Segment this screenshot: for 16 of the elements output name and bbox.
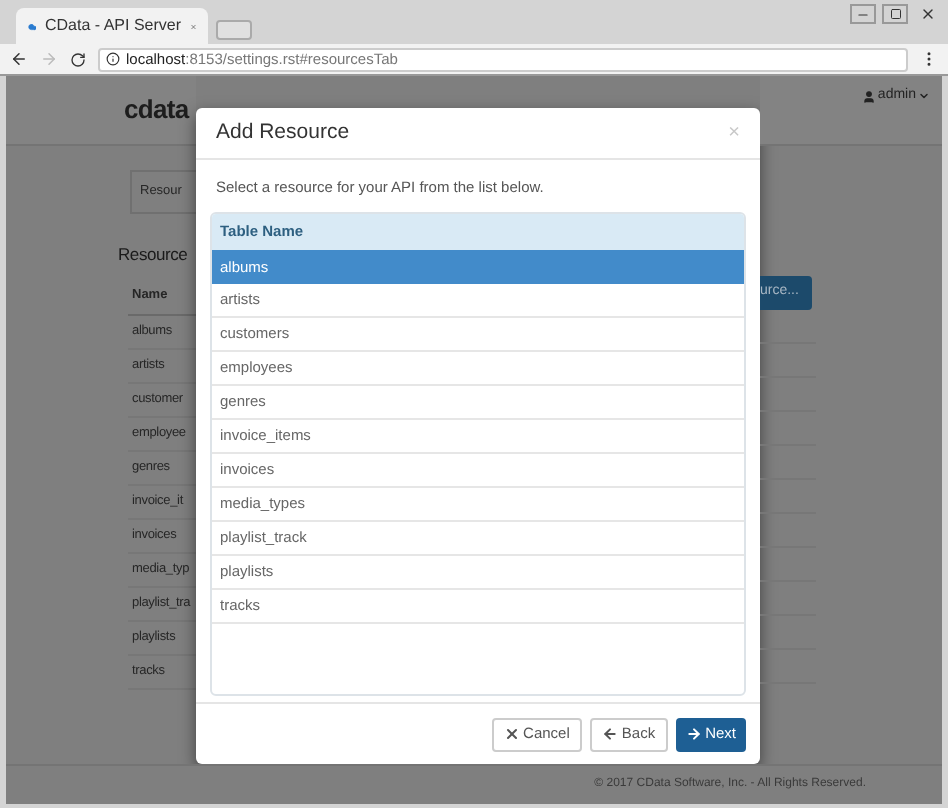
- page-heading: Resource: [118, 242, 188, 268]
- maximize-button[interactable]: [882, 4, 908, 24]
- logo: cdata: [124, 92, 189, 129]
- close-icon: [919, 6, 935, 22]
- dialog-title: Add Resource: [216, 117, 350, 148]
- maximize-icon: [889, 8, 901, 20]
- arrow-right-icon: [685, 726, 702, 742]
- caret-icon: [918, 90, 930, 103]
- arrow-left-icon: [601, 726, 618, 742]
- reload-icon[interactable]: [70, 51, 86, 67]
- tab-title: CData - API Server: [44, 14, 182, 38]
- browser-tab[interactable]: CData - API Server: [16, 8, 208, 44]
- user-icon: [861, 89, 876, 104]
- close-icon: [503, 726, 520, 742]
- info-icon: [106, 52, 120, 66]
- back-icon[interactable]: [10, 50, 28, 68]
